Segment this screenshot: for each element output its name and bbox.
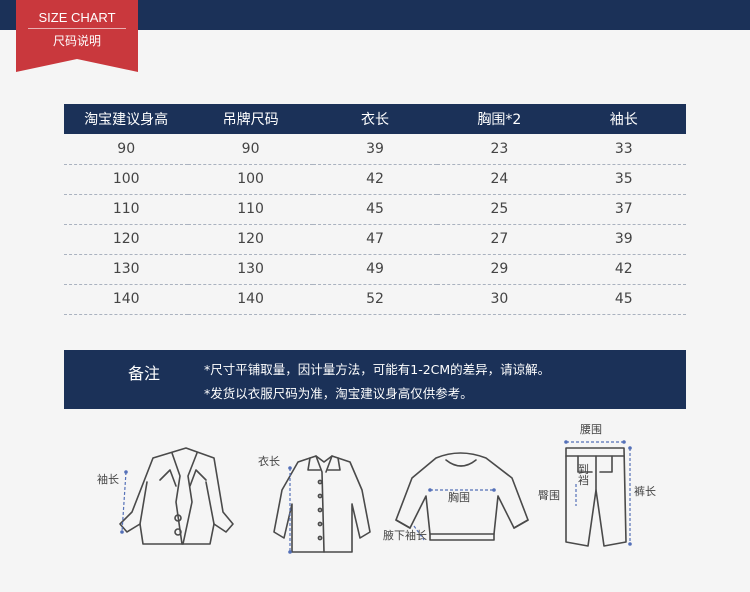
coat-sleeve-label: 袖长 (97, 473, 119, 486)
pants-drawing (565, 447, 627, 547)
table-cell: 47 (312, 224, 438, 255)
table-cell: 33 (561, 134, 686, 165)
table-row: 100 100 42 24 35 (64, 164, 686, 195)
badge-subtitle: 尺码说明 (52, 34, 101, 48)
shirt-drawing (273, 455, 371, 553)
badge-divider (28, 28, 126, 29)
table-cell: 90 (188, 134, 313, 165)
table-cell: 49 (312, 254, 438, 285)
table-cell: 23 (437, 134, 562, 165)
table-cell: 24 (437, 164, 562, 195)
table-cell: 100 (64, 164, 189, 195)
table-cell: 27 (437, 224, 562, 255)
table-cell: 39 (312, 134, 438, 165)
coat-drawing (119, 447, 234, 545)
pants-length-label: 裤长 (634, 485, 656, 498)
table-cell: 120 (188, 224, 313, 255)
note-measurement: *尺寸平铺取量，因计量方法，可能有1-2CM的差异，请谅解。 (204, 362, 551, 377)
notes-panel: 备注 *尺寸平铺取量，因计量方法，可能有1-2CM的差异，请谅解。 *发货以衣服… (64, 350, 686, 409)
table-row: 140 140 52 30 45 (64, 284, 686, 315)
column-header-chest: 胸围*2 (437, 104, 562, 134)
table-cell: 29 (437, 254, 562, 285)
sleeve-measure-line (121, 471, 127, 533)
table-header-row: 淘宝建议身高 吊牌尺码 衣长 胸围*2 袖长 (64, 104, 686, 134)
pants-hip-label: 臀围 (538, 489, 560, 502)
column-header-tag-size: 吊牌尺码 (188, 104, 313, 134)
table-cell: 130 (64, 254, 189, 285)
table-cell: 130 (188, 254, 313, 285)
column-header-sleeve: 袖长 (561, 104, 686, 134)
pants-waist-label: 腰围 (580, 423, 602, 436)
column-header-length: 衣长 (312, 104, 438, 134)
size-chart-badge: SIZE CHART 尺码说明 (16, 0, 138, 72)
table-cell: 25 (437, 194, 562, 225)
column-header-height: 淘宝建议身高 (64, 104, 189, 134)
table-cell: 30 (437, 284, 562, 315)
size-table: 淘宝建议身高 吊牌尺码 衣长 胸围*2 袖长 90 90 39 23 33 10… (64, 104, 686, 315)
table-cell: 90 (64, 134, 189, 165)
badge-title: SIZE CHART (38, 10, 116, 25)
pants-rise-label: 到 裆 (578, 463, 589, 487)
table-cell: 140 (188, 284, 313, 315)
table-cell: 37 (561, 194, 686, 225)
table-cell: 140 (64, 284, 189, 315)
table-row: 110 110 45 25 37 (64, 194, 686, 225)
table-cell: 42 (561, 254, 686, 285)
garment-illustrations (119, 440, 632, 554)
table-cell: 45 (561, 284, 686, 315)
table-cell: 100 (188, 164, 313, 195)
table-cell: 120 (64, 224, 189, 255)
table-cell: 110 (188, 194, 313, 225)
table-cell: 45 (312, 194, 438, 225)
note-shipping: *发货以衣服尺码为准，淘宝建议身高仅供参考。 (204, 386, 473, 401)
table-row: 90 90 39 23 33 (64, 134, 686, 165)
table-cell: 39 (561, 224, 686, 255)
notes-title: 备注 (128, 364, 161, 383)
measurement-diagrams: 袖长 衣长 胸围 腋下袖长 腰围 到 裆 臀围 裤长 (0, 420, 750, 592)
table-cell: 42 (312, 164, 438, 195)
table-row: 120 120 47 27 39 (64, 224, 686, 255)
table-cell: 52 (312, 284, 438, 315)
table-row: 130 130 49 29 42 (64, 254, 686, 285)
table-cell: 35 (561, 164, 686, 195)
sweater-sleeve-label: 腋下袖长 (383, 529, 427, 542)
sweater-chest-label: 胸围 (448, 491, 470, 504)
shirt-length-label: 衣长 (258, 455, 280, 468)
table-cell: 110 (64, 194, 189, 225)
